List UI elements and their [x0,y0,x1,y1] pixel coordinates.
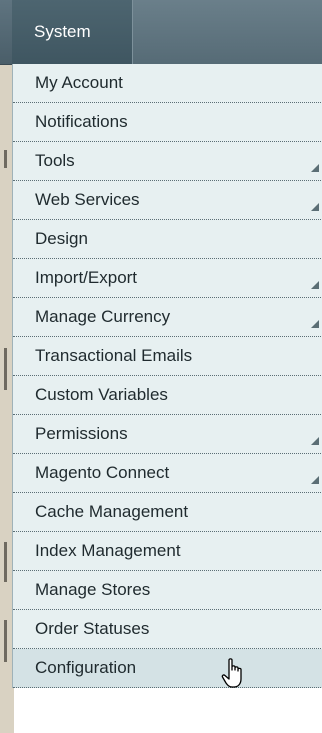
menu-item-label: Order Statuses [35,619,150,638]
background-mark [4,150,7,168]
background-mark [4,542,7,582]
menu-item-label: Transactional Emails [35,346,193,365]
menu-item-label: My Account [35,73,123,92]
menu-item-label: Cache Management [35,502,189,521]
menu-item-design[interactable]: Design [13,220,322,259]
menu-item-manage-stores[interactable]: Manage Stores [13,571,322,610]
submenu-arrow-icon [311,476,319,484]
menu-item-configuration[interactable]: Configuration [13,649,322,688]
menu-item-label: Web Services [35,190,140,209]
menu-item-label: Index Management [35,541,181,560]
menu-item-label: Permissions [35,424,128,443]
menu-item-web-services[interactable]: Web Services [13,181,322,220]
menu-tab-system[interactable]: System [12,0,132,64]
background-mark [4,348,7,390]
menu-item-notifications[interactable]: Notifications [13,103,322,142]
submenu-arrow-icon [311,164,319,172]
submenu-arrow-icon [311,437,319,445]
system-dropdown-menu: My Account Notifications Tools Web Services… [12,64,322,688]
menu-item-cache-management[interactable]: Cache Management [13,493,322,532]
menu-item-manage-currency[interactable]: Manage Currency [13,298,322,337]
menu-item-label: Custom Variables [35,385,168,404]
menu-item-import-export[interactable]: Import/Export [13,259,322,298]
menu-item-label: Notifications [35,112,128,131]
menu-item-permissions[interactable]: Permissions [13,415,322,454]
hand-pointer-icon [221,658,242,688]
menu-item-label: Import/Export [35,268,138,287]
submenu-arrow-icon [311,320,319,328]
background-mark [4,620,7,662]
menu-item-label: Design [35,229,88,248]
menu-item-magento-connect[interactable]: Magento Connect [13,454,322,493]
menu-bar-filler [132,0,322,64]
menu-item-label: Tools [35,151,75,170]
menu-item-order-statuses[interactable]: Order Statuses [13,610,322,649]
menu-item-label: Manage Currency [35,307,171,326]
menu-item-label: Magento Connect [35,463,170,482]
menu-item-label: Manage Stores [35,580,151,599]
menu-item-label: Configuration [35,658,137,677]
menu-item-my-account[interactable]: My Account [13,64,322,103]
menu-item-index-management[interactable]: Index Management [13,532,322,571]
menu-item-custom-variables[interactable]: Custom Variables [13,376,322,415]
menu-item-tools[interactable]: Tools [13,142,322,181]
menu-item-transactional-emails[interactable]: Transactional Emails [13,337,322,376]
submenu-arrow-icon [311,281,319,289]
submenu-arrow-icon [311,203,319,211]
